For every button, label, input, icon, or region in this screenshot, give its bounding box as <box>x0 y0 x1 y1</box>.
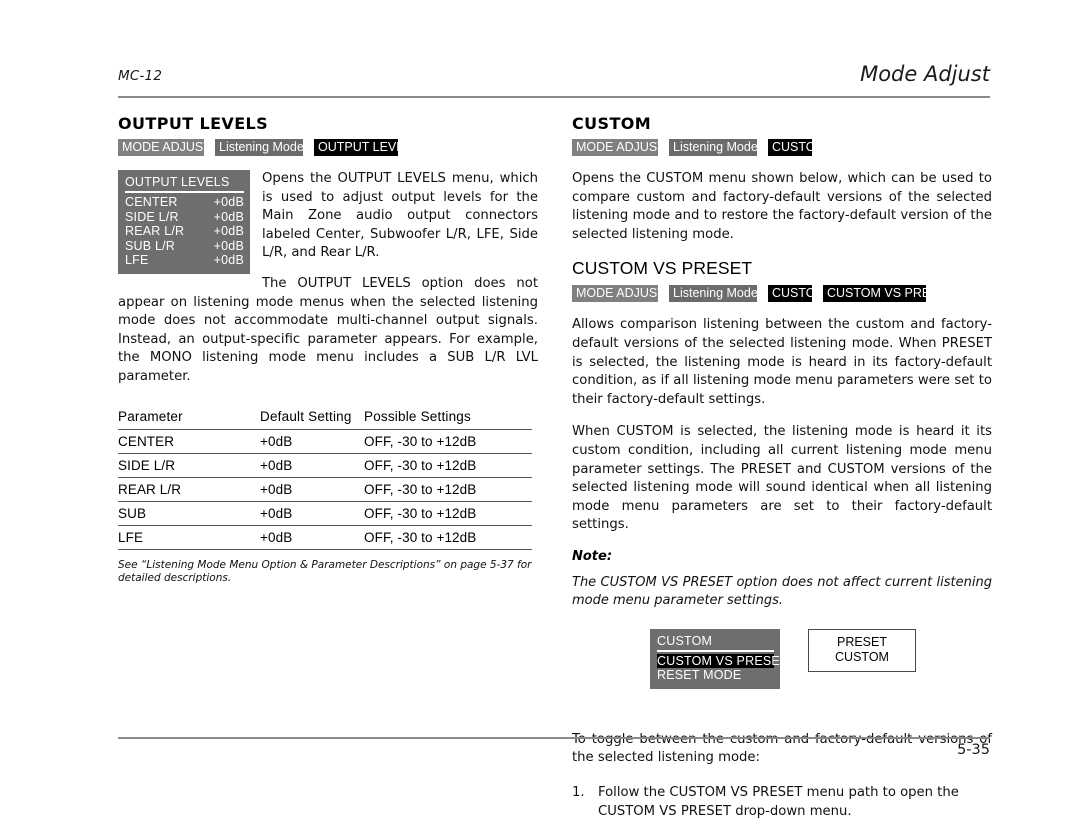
breadcrumb-item-custom-vs-preset[interactable]: CUSTOM VS PRESET <box>823 285 926 303</box>
table-cell-parameter: LFE <box>118 529 144 545</box>
table-cell-parameter: SUB <box>118 505 147 521</box>
table-cell-possible: OFF, -30 to +12dB <box>364 529 477 545</box>
breadcrumb-item-mode-adjust[interactable]: MODE ADJUST <box>118 139 204 156</box>
page-title-output-levels: OUTPUT LEVELS <box>118 114 269 133</box>
osd-menu-output-levels: OUTPUT LEVELS CENTER +0dB SIDE L/R +0dB … <box>118 170 250 274</box>
table-cell-possible: OFF, -30 to +12dB <box>364 505 477 521</box>
osd-row-label: LFE <box>125 253 149 267</box>
osd-row-label: CENTER <box>125 195 178 209</box>
parameter-table: Parameter Default Setting Possible Setti… <box>118 409 532 550</box>
step-text: Follow the CUSTOM VS PRESET menu path to… <box>598 784 959 819</box>
table-row: REAR L/R +0dB OFF, -30 to +12dB <box>118 477 532 501</box>
page-number: 5-35 <box>957 742 990 758</box>
breadcrumb-item-custom[interactable]: CUSTOM <box>768 139 812 156</box>
breadcrumb-item-mode-adjust[interactable]: MODE ADJUST <box>572 139 658 156</box>
table-row: LFE +0dB OFF, -30 to +12dB <box>118 525 532 550</box>
osd-row-sub-lr[interactable]: SUB L/R +0dB <box>125 239 244 254</box>
document-page: MC-12 Mode Adjust OUTPUT LEVELS MODE ADJ… <box>0 0 1080 834</box>
breadcrumb-custom: MODE ADJUST Listening Mode CUSTOM <box>572 139 992 156</box>
osd-row-value: +0dB <box>213 224 244 238</box>
table-cell-default: +0dB <box>260 433 293 449</box>
osd-menu-title: OUTPUT LEVELS <box>125 175 244 193</box>
osd-row-reset-mode[interactable]: RESET MODE <box>657 668 774 683</box>
breadcrumb-item-listening-mode[interactable]: Listening Mode <box>215 139 303 156</box>
table-cell-default: +0dB <box>260 505 293 521</box>
osd-row-label: REAR L/R <box>125 224 185 238</box>
table-row: SUB +0dB OFF, -30 to +12dB <box>118 501 532 525</box>
table-header-row: Parameter Default Setting Possible Setti… <box>118 409 532 430</box>
note-text: The CUSTOM VS PRESET option does not aff… <box>572 574 992 609</box>
osd-menu-title: CUSTOM <box>657 634 774 652</box>
paragraph-output-levels-intro: Opens the OUTPUT LEVELS menu, which is u… <box>262 171 538 261</box>
osd-row-center[interactable]: CENTER +0dB <box>125 195 244 210</box>
table-cell-parameter: SIDE L/R <box>118 457 176 473</box>
subsection-title-custom-vs-preset: CUSTOM VS PRESET <box>572 258 753 279</box>
page-footer: 5-35 <box>118 737 990 767</box>
table-cell-default: +0dB <box>260 457 293 473</box>
table-row: CENTER +0dB OFF, -30 to +12dB <box>118 429 532 453</box>
osd-row-value: +0dB <box>213 253 244 267</box>
osd-row-custom-vs-preset[interactable]: CUSTOM VS PRESET <box>657 653 788 669</box>
procedure-steps: 1. Follow the CUSTOM VS PRESET menu path… <box>572 784 992 821</box>
breadcrumb-item-custom[interactable]: CUSTOM <box>768 285 812 303</box>
table-cell-default: +0dB <box>260 529 293 545</box>
osd-row-value: +0dB <box>213 238 244 253</box>
breadcrumb-item-output-levels[interactable]: OUTPUT LEVELS <box>314 139 398 156</box>
dropdown-option-custom[interactable]: CUSTOM <box>809 650 915 665</box>
osd-row-side-lr[interactable]: SIDE L/R +0dB <box>125 210 244 225</box>
header-model-name: MC-12 <box>118 68 163 84</box>
paragraph-custom-description: When CUSTOM is selected, the listening m… <box>572 424 992 533</box>
osd-row-label: CUSTOM VS PRESET <box>657 653 788 668</box>
output-levels-intro-block: OUTPUT LEVELS CENTER +0dB SIDE L/R +0dB … <box>118 170 538 274</box>
table-header-default-setting: Default Setting <box>260 408 352 424</box>
osd-row-label: SIDE L/R <box>125 209 179 224</box>
table-row: SIDE L/R +0dB OFF, -30 to +12dB <box>118 453 532 477</box>
table-header-parameter: Parameter <box>118 408 183 424</box>
dropdown-option-preset[interactable]: PRESET <box>809 635 915 650</box>
osd-holder-output-levels: OUTPUT LEVELS CENTER +0dB SIDE L/R +0dB … <box>118 170 250 274</box>
table-caption-reference: See “Listening Mode Menu Option & Parame… <box>118 558 532 585</box>
page-header: MC-12 Mode Adjust <box>118 62 990 100</box>
osd-row-label: RESET MODE <box>657 668 742 683</box>
breadcrumb-item-listening-mode[interactable]: Listening Mode <box>669 139 757 156</box>
custom-menu-figure: CUSTOM CUSTOM VS PRESET RESET MODE PRESE… <box>650 628 992 689</box>
table-cell-default: +0dB <box>260 481 293 497</box>
paragraph-output-levels-availability: The OUTPUT LEVELS option does not appear… <box>118 275 538 384</box>
note-label: Note: <box>572 548 613 564</box>
paragraph-custom-intro: Opens the CUSTOM menu shown below, which… <box>572 171 992 242</box>
osd-row-rear-lr[interactable]: REAR L/R +0dB <box>125 224 244 239</box>
right-column: CUSTOM MODE ADJUST Listening Mode CUSTOM… <box>572 114 992 821</box>
osd-row-lfe[interactable]: LFE +0dB <box>125 253 244 268</box>
list-item: 1. Follow the CUSTOM VS PRESET menu path… <box>572 784 992 821</box>
table-header-possible-settings: Possible Settings <box>364 408 471 424</box>
table-cell-parameter: REAR L/R <box>118 481 182 497</box>
left-column: OUTPUT LEVELS MODE ADJUST Listening Mode… <box>118 114 538 586</box>
header-chapter-title: Mode Adjust <box>860 62 990 86</box>
header-divider <box>118 96 990 98</box>
osd-row-value: +0dB <box>213 209 244 224</box>
dropdown-custom-vs-preset[interactable]: PRESET CUSTOM <box>808 628 916 672</box>
breadcrumb-custom-vs-preset: MODE ADJUST Listening Mode CUSTOM CUSTOM… <box>572 285 992 303</box>
osd-menu-custom: CUSTOM CUSTOM VS PRESET RESET MODE <box>650 628 788 689</box>
page-title-custom: CUSTOM <box>572 114 652 133</box>
osd-row-value: +0dB <box>213 195 244 209</box>
table-cell-possible: OFF, -30 to +12dB <box>364 433 477 449</box>
table-cell-possible: OFF, -30 to +12dB <box>364 481 477 497</box>
step-number: 1. <box>572 784 585 800</box>
breadcrumb-item-mode-adjust[interactable]: MODE ADJUST <box>572 285 658 303</box>
breadcrumb-item-listening-mode[interactable]: Listening Mode <box>669 285 757 303</box>
table-cell-possible: OFF, -30 to +12dB <box>364 457 477 473</box>
paragraph-preset-description: Allows comparison listening between the … <box>572 317 992 407</box>
breadcrumb-output-levels: MODE ADJUST Listening Mode OUTPUT LEVELS <box>118 139 538 156</box>
osd-row-label: SUB L/R <box>125 238 176 253</box>
footer-divider <box>118 737 990 739</box>
table-cell-parameter: CENTER <box>118 433 175 449</box>
